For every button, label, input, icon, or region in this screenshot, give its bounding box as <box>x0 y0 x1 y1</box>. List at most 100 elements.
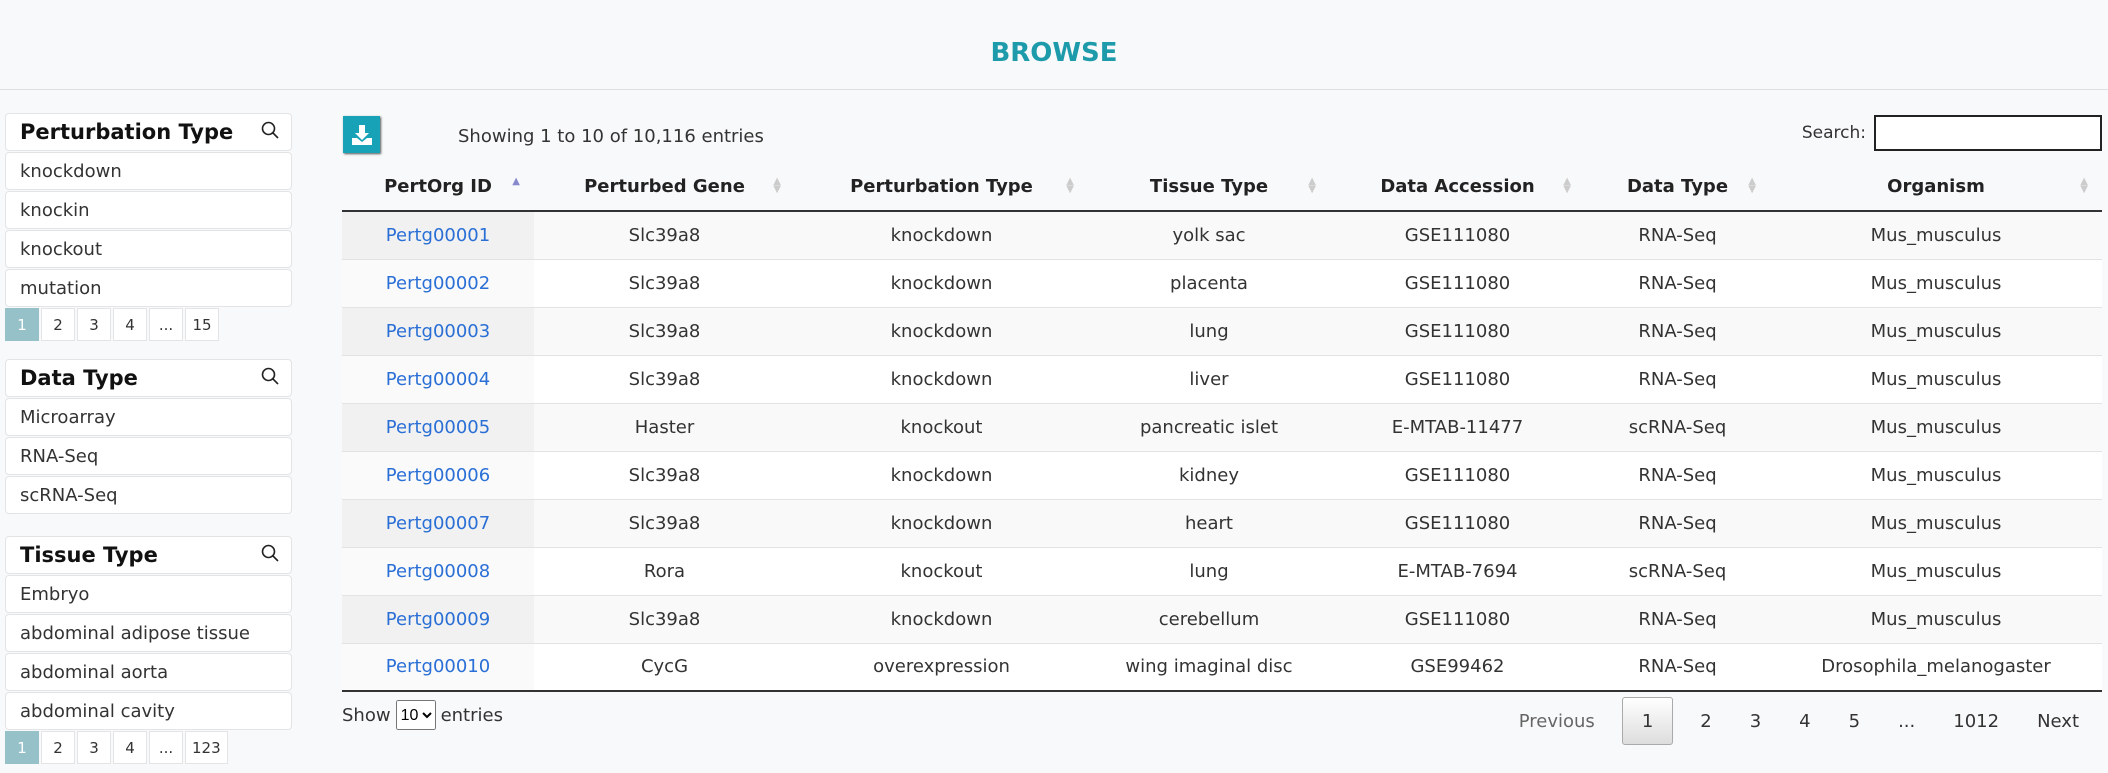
search-icon[interactable] <box>261 543 279 567</box>
filter-page-button[interactable]: 2 <box>41 308 75 341</box>
table-cell: Mus_musculus <box>1770 354 2102 403</box>
search-input[interactable] <box>1874 115 2102 151</box>
table-cell: Slc39a8 <box>534 258 795 307</box>
column-header-label: PertOrg ID <box>384 176 492 197</box>
filter-page-button[interactable]: 15 <box>185 308 219 341</box>
table-cell: RNA-Seq <box>1585 498 1770 547</box>
column-header[interactable]: Organism ▲ ▼ <box>1770 163 2102 212</box>
table-cell: Slc39a8 <box>534 594 795 643</box>
filter-page-button[interactable]: 1 <box>5 731 39 764</box>
table-cell: Slc39a8 <box>534 210 795 259</box>
table-cell: E-MTAB-11477 <box>1330 402 1585 451</box>
filter-item[interactable]: abdominal cavity <box>5 692 292 730</box>
pertorg-id-link[interactable]: Pertg00004 <box>386 369 490 390</box>
table-cell: knockout <box>795 402 1088 451</box>
filter-page-button[interactable]: ... <box>149 731 183 764</box>
table-cell: Slc39a8 <box>534 306 795 355</box>
sort-icon: ▲ ▼ <box>1308 176 1316 195</box>
table-cell: Pertg00008 <box>342 546 534 595</box>
pertorg-id-link[interactable]: Pertg00003 <box>386 321 490 342</box>
table-cell: cerebellum <box>1088 594 1330 643</box>
pertorg-id-link[interactable]: Pertg00006 <box>386 465 490 486</box>
pertorg-id-link[interactable]: Pertg00008 <box>386 561 490 582</box>
table-cell: knockdown <box>795 306 1088 355</box>
page-button[interactable]: 1012 <box>1934 697 2018 745</box>
filter-item[interactable]: knockout <box>5 230 292 268</box>
pertorg-id-link[interactable]: Pertg00002 <box>386 273 490 294</box>
page-length-select[interactable]: 10 <box>395 700 436 730</box>
filter-2: Tissue Type Embryo abdominal adipose tissu… <box>5 536 292 764</box>
table-cell: knockdown <box>795 354 1088 403</box>
filter-item[interactable]: Microarray <box>5 398 292 436</box>
table-cell: Rora <box>534 546 795 595</box>
table-cell: Pertg00006 <box>342 450 534 499</box>
page-button[interactable]: 2 <box>1681 697 1730 745</box>
column-header-label: Data Accession <box>1380 176 1535 197</box>
download-button[interactable] <box>343 116 380 153</box>
table-cell: Mus_musculus <box>1770 402 2102 451</box>
filter-page-button[interactable]: 4 <box>113 308 147 341</box>
filter-pagination: 1 2 3 4... 15 <box>5 308 292 341</box>
table-cell: knockdown <box>795 450 1088 499</box>
filter-item[interactable]: knockin <box>5 191 292 229</box>
previous-button[interactable]: Previous <box>1500 697 1614 745</box>
filter-item[interactable]: knockdown <box>5 152 292 190</box>
filter-item[interactable]: mutation <box>5 269 292 307</box>
search-icon[interactable] <box>261 120 279 144</box>
page-button[interactable]: 3 <box>1731 697 1780 745</box>
next-button[interactable]: Next <box>2018 697 2098 745</box>
page-button[interactable]: 1 <box>1621 697 1674 745</box>
filter-item[interactable]: scRNA-Seq <box>5 476 292 514</box>
column-header[interactable]: Data Type ▲ ▼ <box>1585 163 1770 212</box>
pertorg-id-link[interactable]: Pertg00010 <box>386 656 490 677</box>
table-cell: Pertg00009 <box>342 594 534 643</box>
column-header[interactable]: Perturbation Type ▲ ▼ <box>795 163 1088 212</box>
table-cell: Mus_musculus <box>1770 546 2102 595</box>
filter-page-button[interactable]: 3 <box>77 731 111 764</box>
filter-page-button[interactable]: 123 <box>185 731 228 764</box>
sort-icon: ▲ ▼ <box>1748 176 1756 195</box>
column-header[interactable]: Perturbed Gene ▲ ▼ <box>534 163 795 212</box>
filter-page-button[interactable]: 3 <box>77 308 111 341</box>
filter-page-button[interactable]: 2 <box>41 731 75 764</box>
table-cell: Drosophila_melanogaster <box>1770 642 2102 692</box>
column-header[interactable]: Tissue Type ▲ ▼ <box>1088 163 1330 212</box>
page-button[interactable]: 4 <box>1780 697 1829 745</box>
filter-title: Tissue Type <box>20 543 158 567</box>
pertorg-id-link[interactable]: Pertg00001 <box>386 225 490 246</box>
table-row: Pertg00006 Slc39a8 knockdown kidney GSE11108… <box>342 450 2102 499</box>
pertorg-id-link[interactable]: Pertg00009 <box>386 609 490 630</box>
table-cell: kidney <box>1088 450 1330 499</box>
page-button[interactable]: ... <box>1879 697 1934 745</box>
pertorg-id-link[interactable]: Pertg00007 <box>386 513 490 534</box>
filter-page-button[interactable]: ... <box>149 308 183 341</box>
filter-item[interactable]: Embryo <box>5 575 292 613</box>
table-cell: Slc39a8 <box>534 450 795 499</box>
filter-item[interactable]: abdominal adipose tissue <box>5 614 292 652</box>
table-cell: liver <box>1088 354 1330 403</box>
table-cell: wing imaginal disc <box>1088 642 1330 692</box>
filter-page-button[interactable]: 1 <box>5 308 39 341</box>
search-icon[interactable] <box>261 366 279 390</box>
table-row: Pertg00010 CycG overexpression wing imagina… <box>342 642 2102 692</box>
column-header-label: Organism <box>1887 176 1985 197</box>
table-cell: heart <box>1088 498 1330 547</box>
page-button[interactable]: 5 <box>1830 697 1879 745</box>
pertorg-id-link[interactable]: Pertg00005 <box>386 417 490 438</box>
table-row: Pertg00007 Slc39a8 knockdown heart GSE111080… <box>342 498 2102 547</box>
sort-icon: ▲ ▼ <box>2080 176 2088 195</box>
table-cell: lung <box>1088 546 1330 595</box>
filter-item[interactable]: RNA-Seq <box>5 437 292 475</box>
table-cell: RNA-Seq <box>1585 450 1770 499</box>
column-header[interactable]: PertOrg ID ▲ <box>342 163 534 212</box>
table-cell: scRNA-Seq <box>1585 546 1770 595</box>
sort-icon: ▲ ▼ <box>1066 176 1074 195</box>
table-row: Pertg00004 Slc39a8 knockdown liver GSE111080… <box>342 354 2102 403</box>
filter-page-button[interactable]: 4 <box>113 731 147 764</box>
table-cell: RNA-Seq <box>1585 210 1770 259</box>
filter-heading: Data Type <box>5 359 292 397</box>
filter-item[interactable]: abdominal aorta <box>5 653 292 691</box>
column-header[interactable]: Data Accession ▲ ▼ <box>1330 163 1585 212</box>
table-cell: GSE111080 <box>1330 258 1585 307</box>
table-row: Pertg00005 Haster knockout pancreatic islet… <box>342 402 2102 451</box>
